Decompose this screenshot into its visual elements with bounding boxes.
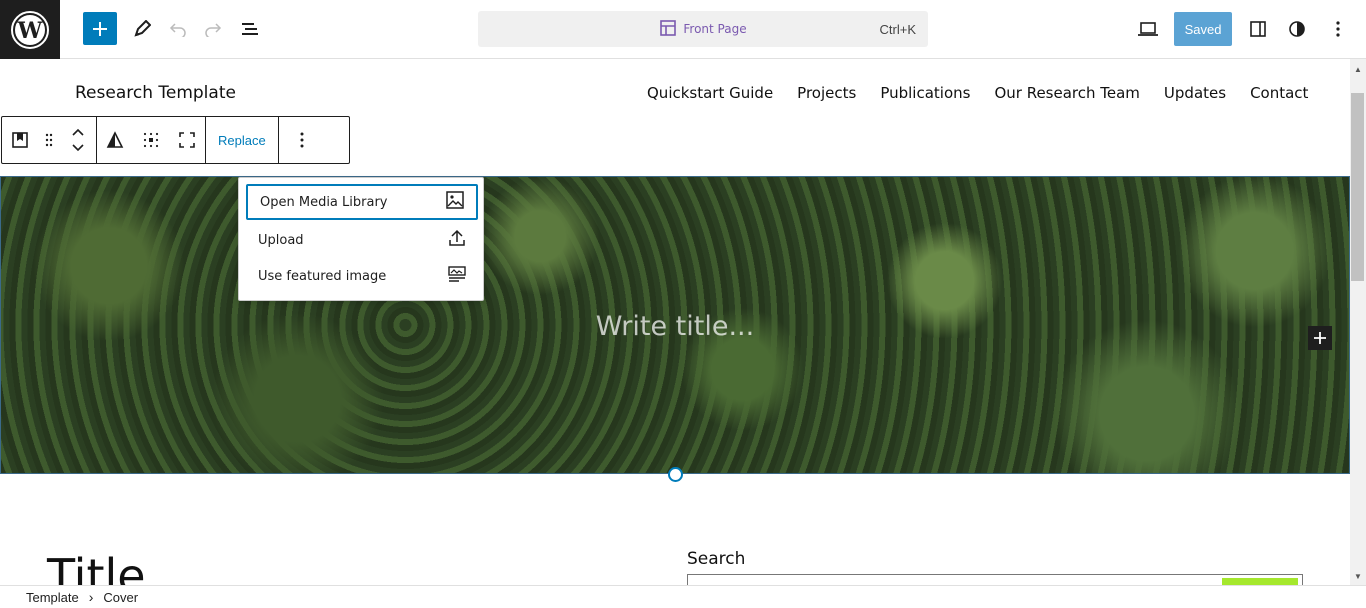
svg-text:W: W <box>17 18 43 44</box>
menu-item-label: Use featured image <box>258 268 387 284</box>
document-title: Front Page <box>683 22 747 36</box>
site-title[interactable]: Research Template <box>75 83 236 103</box>
settings-sidebar-icon[interactable] <box>1241 12 1275 46</box>
block-toolbar: Replace <box>1 116 350 164</box>
page-title[interactable]: Title <box>47 549 146 585</box>
template-icon <box>659 19 677 40</box>
search-button[interactable] <box>1222 578 1298 585</box>
featured-image-icon <box>448 265 466 287</box>
breadcrumb: Template › Cover <box>0 585 1366 608</box>
image-icon <box>446 191 464 213</box>
command-shortcut: Ctrl+K <box>879 21 916 37</box>
scroll-up-arrow-icon[interactable]: ▲ <box>1351 62 1365 76</box>
chevron-right-icon: › <box>88 589 94 605</box>
upload-icon <box>448 229 466 251</box>
editor-canvas[interactable]: Research Template Quickstart Guide Proje… <box>0 59 1350 585</box>
block-toolbar-group-replace: Replace <box>206 117 279 163</box>
undo-icon[interactable] <box>161 12 195 46</box>
add-block-button[interactable] <box>83 12 117 45</box>
list-view-icon[interactable] <box>233 12 267 46</box>
full-height-icon[interactable] <box>169 117 205 163</box>
menu-item-upload[interactable]: Upload <box>246 222 478 258</box>
saved-button[interactable]: Saved <box>1174 12 1232 46</box>
nav-item-our-research-team[interactable]: Our Research Team <box>994 84 1139 102</box>
move-up-down-icon[interactable] <box>60 117 96 163</box>
content-position-icon[interactable] <box>133 117 169 163</box>
nav-item-contact[interactable]: Contact <box>1250 84 1308 102</box>
cover-title-placeholder[interactable]: Write title... <box>1 311 1349 342</box>
scroll-down-arrow-icon[interactable]: ▼ <box>1351 569 1365 583</box>
options-menu-icon[interactable] <box>1321 12 1355 46</box>
nav-item-projects[interactable]: Projects <box>797 84 856 102</box>
search-input[interactable] <box>687 574 1303 585</box>
redo-icon[interactable] <box>196 12 230 46</box>
scrollbar-thumb[interactable] <box>1351 93 1364 281</box>
pencil-icon[interactable] <box>125 12 159 46</box>
replace-menu-popover: Open Media Library Upload Use featured i… <box>238 177 484 301</box>
menu-item-use-featured-image[interactable]: Use featured image <box>246 258 478 294</box>
duotone-filter-icon[interactable] <box>97 117 133 163</box>
cover-block[interactable]: Write title... <box>0 176 1350 474</box>
menu-item-label: Open Media Library <box>260 194 388 210</box>
breadcrumb-item-template[interactable]: Template <box>26 590 79 605</box>
cover-resize-handle[interactable] <box>668 467 683 482</box>
nav-item-quickstart-guide[interactable]: Quickstart Guide <box>647 84 773 102</box>
block-options-icon[interactable] <box>279 117 325 163</box>
breadcrumb-item-cover[interactable]: Cover <box>103 590 138 605</box>
drag-handle-icon[interactable] <box>38 117 60 163</box>
block-toolbar-group-tools <box>97 117 206 163</box>
block-toolbar-group-parent <box>2 117 97 163</box>
menu-item-open-media-library[interactable]: Open Media Library <box>246 184 478 220</box>
add-block-inline-icon[interactable] <box>1308 326 1332 350</box>
styles-icon[interactable] <box>1280 12 1314 46</box>
nav-item-publications[interactable]: Publications <box>880 84 970 102</box>
site-navigation: Quickstart Guide Projects Publications O… <box>647 84 1308 102</box>
wordpress-logo-icon[interactable]: W <box>0 0 60 59</box>
nav-item-updates[interactable]: Updates <box>1164 84 1226 102</box>
menu-item-label: Upload <box>258 232 304 248</box>
editor-header: W Front Page Ctrl+K Saved <box>0 0 1366 59</box>
device-preview-icon[interactable] <box>1131 12 1165 46</box>
cover-block-icon[interactable] <box>2 117 38 163</box>
replace-button[interactable]: Replace <box>206 117 278 163</box>
document-bar[interactable]: Front Page Ctrl+K <box>478 11 928 47</box>
search-label: Search <box>687 549 746 569</box>
block-toolbar-group-options <box>279 117 325 163</box>
